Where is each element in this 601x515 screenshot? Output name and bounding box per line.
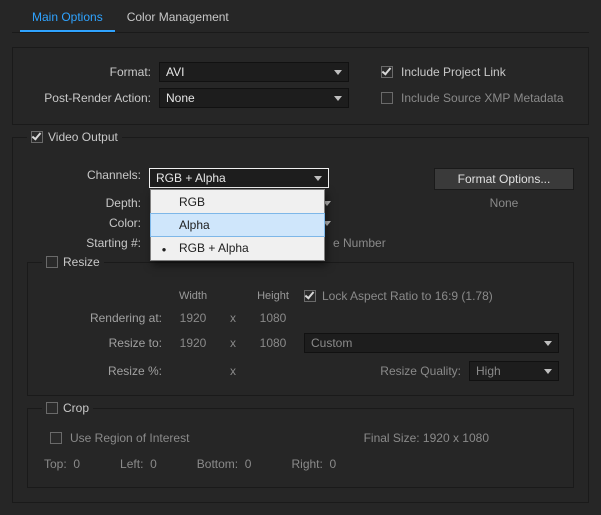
tab-color-management[interactable]: Color Management — [115, 4, 241, 32]
resize-label: Resize — [63, 255, 100, 269]
x-sep: x — [224, 311, 242, 325]
crop-top-value[interactable]: 0 — [73, 457, 80, 471]
resize-pct-label: Resize %: — [42, 364, 162, 378]
format-section: Format: AVI Include Project Link Post-Re… — [12, 47, 589, 125]
crop-right-value[interactable]: 0 — [330, 457, 337, 471]
format-dropdown[interactable]: AVI — [159, 62, 349, 82]
resize-quality-label: Resize Quality: — [380, 364, 461, 378]
channels-option-alpha[interactable]: Alpha — [150, 213, 325, 237]
starting-number-label: Starting #: — [27, 236, 141, 250]
rendering-height: 1080 — [248, 311, 298, 325]
format-options-button[interactable]: Format Options... — [434, 168, 574, 190]
crop-top: Top: 0 — [44, 457, 80, 471]
chevron-down-icon — [334, 96, 342, 101]
roi-label: Use Region of Interest — [70, 431, 189, 445]
channels-value: RGB + Alpha — [156, 171, 226, 185]
crop-label: Crop — [63, 401, 89, 415]
crop-checkbox[interactable] — [46, 402, 58, 414]
crop-right: Right: 0 — [291, 457, 336, 471]
video-output-label: Video Output — [48, 130, 118, 144]
video-output-legend: Video Output — [27, 130, 122, 144]
color-label: Color: — [27, 216, 141, 230]
resize-legend: Resize — [42, 255, 104, 269]
chevron-down-icon — [544, 369, 552, 374]
lock-aspect-label: Lock Aspect Ratio to 16:9 (1.78) — [322, 289, 493, 303]
channels-dropdown-menu: RGB Alpha RGB + Alpha — [150, 189, 325, 261]
resize-to-label: Resize to: — [42, 336, 162, 350]
include-xmp-checkbox[interactable] — [381, 92, 393, 104]
crop-left: Left: 0 — [120, 457, 157, 471]
chevron-down-icon — [314, 176, 322, 181]
crop-group: Crop Use Region of Interest Final Size: … — [27, 408, 574, 488]
crop-legend: Crop — [42, 401, 93, 415]
video-output-checkbox[interactable] — [31, 131, 43, 143]
channels-option-label: RGB + Alpha — [179, 241, 249, 255]
include-project-link-checkbox[interactable] — [381, 66, 393, 78]
width-header: Width — [168, 290, 218, 302]
post-render-dropdown[interactable]: None — [159, 88, 349, 108]
resize-preset-value: Custom — [311, 336, 352, 350]
rendering-at-label: Rendering at: — [42, 311, 162, 325]
channels-option-label: Alpha — [179, 218, 210, 232]
post-render-value: None — [166, 91, 195, 105]
x-sep: x — [224, 336, 242, 350]
format-value: AVI — [166, 65, 184, 79]
starting-tail: e Number — [333, 236, 386, 250]
channels-label: Channels: — [27, 168, 141, 182]
roi-checkbox[interactable] — [50, 432, 62, 444]
final-size-label: Final Size: 1920 x 1080 — [364, 431, 489, 445]
resize-to-height[interactable]: 1080 — [248, 336, 298, 350]
depth-label: Depth: — [27, 196, 141, 210]
include-xmp-label: Include Source XMP Metadata — [401, 91, 564, 105]
post-render-label: Post-Render Action: — [25, 91, 151, 105]
height-header: Height — [248, 290, 298, 302]
resize-quality-dropdown[interactable]: High — [469, 361, 559, 381]
x-sep: x — [224, 364, 242, 378]
tabs: Main Options Color Management — [12, 0, 589, 33]
lock-aspect-checkbox[interactable] — [304, 290, 316, 302]
video-output-group: Video Output Channels: RGB + Alpha RGB A… — [12, 137, 589, 503]
crop-bottom-value[interactable]: 0 — [245, 457, 252, 471]
rendering-width: 1920 — [168, 311, 218, 325]
format-label: Format: — [25, 65, 151, 79]
channels-dropdown[interactable]: RGB + Alpha RGB Alpha RGB + Alpha — [149, 168, 329, 188]
resize-to-width[interactable]: 1920 — [168, 336, 218, 350]
chevron-down-icon — [334, 70, 342, 75]
tab-main-options[interactable]: Main Options — [20, 4, 115, 32]
resize-checkbox[interactable] — [46, 256, 58, 268]
depth-none-text: None — [434, 196, 574, 210]
crop-left-value[interactable]: 0 — [150, 457, 157, 471]
crop-bottom: Bottom: 0 — [197, 457, 252, 471]
channels-option-rgb[interactable]: RGB — [151, 190, 324, 214]
bullet-icon — [157, 241, 171, 255]
resize-group: Resize Width Height Lock Aspect Ratio to… — [27, 262, 574, 396]
resize-quality-value: High — [476, 364, 501, 378]
chevron-down-icon — [544, 341, 552, 346]
channels-option-label: RGB — [179, 195, 205, 209]
resize-preset-dropdown[interactable]: Custom — [304, 333, 559, 353]
channels-option-rgb-alpha[interactable]: RGB + Alpha — [151, 236, 324, 260]
include-project-link-label: Include Project Link — [401, 65, 506, 79]
